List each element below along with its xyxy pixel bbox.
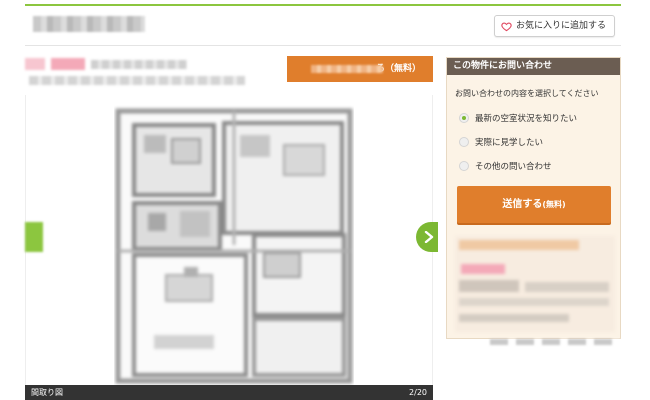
submit-free-label: (無料)	[542, 200, 566, 209]
panel-footer-blurred	[490, 339, 620, 345]
inquiry-panel: この物件にお問い合わせ お問い合わせの内容を選択してください 最新の空室状況を知…	[446, 57, 621, 339]
submit-label: 送信する	[502, 199, 543, 210]
inquiry-option-label: 実際に見学したい	[475, 138, 544, 148]
cta-blurred-text	[311, 65, 383, 73]
gallery-next-button[interactable]	[416, 222, 438, 252]
inquiry-option-label: 最新の空室状況を知りたい	[475, 114, 578, 124]
gallery-caption: 間取り図	[31, 388, 63, 397]
contact-info-blurred	[455, 236, 615, 332]
inquiry-option-visit[interactable]: 実際に見学したい	[459, 136, 543, 148]
chevron-right-icon	[424, 231, 434, 243]
add-favorite-label: お気に入りに追加する	[515, 21, 606, 31]
photo-gallery	[25, 95, 433, 398]
radio-button[interactable]	[459, 161, 469, 171]
inquiry-option-other[interactable]: その他の問い合わせ	[459, 160, 552, 172]
add-favorite-button[interactable]: お気に入りに追加する	[493, 15, 615, 37]
floor-plan-image	[115, 108, 353, 384]
radio-button[interactable]	[459, 113, 469, 123]
property-title-blurred	[33, 16, 145, 32]
gallery-caption-bar: 間取り図 2/20	[25, 385, 433, 400]
submit-inquiry-button[interactable]: 送信する(無料)	[457, 186, 611, 223]
property-header: お気に入りに追加する	[25, 4, 621, 46]
inquiry-option-label: その他の問い合わせ	[475, 162, 552, 172]
inquiry-cta-button[interactable]: る（無料）	[287, 56, 433, 82]
heart-icon	[501, 22, 512, 31]
inquiry-option-availability[interactable]: 最新の空室状況を知りたい	[459, 112, 577, 124]
radio-button[interactable]	[459, 137, 469, 147]
gallery-counter: 2/20	[409, 388, 427, 397]
inquiry-panel-title: この物件にお問い合わせ	[447, 58, 620, 75]
inquiry-prompt: お問い合わせの内容を選択してください	[455, 89, 599, 98]
gallery-prev-button[interactable]	[25, 222, 43, 252]
